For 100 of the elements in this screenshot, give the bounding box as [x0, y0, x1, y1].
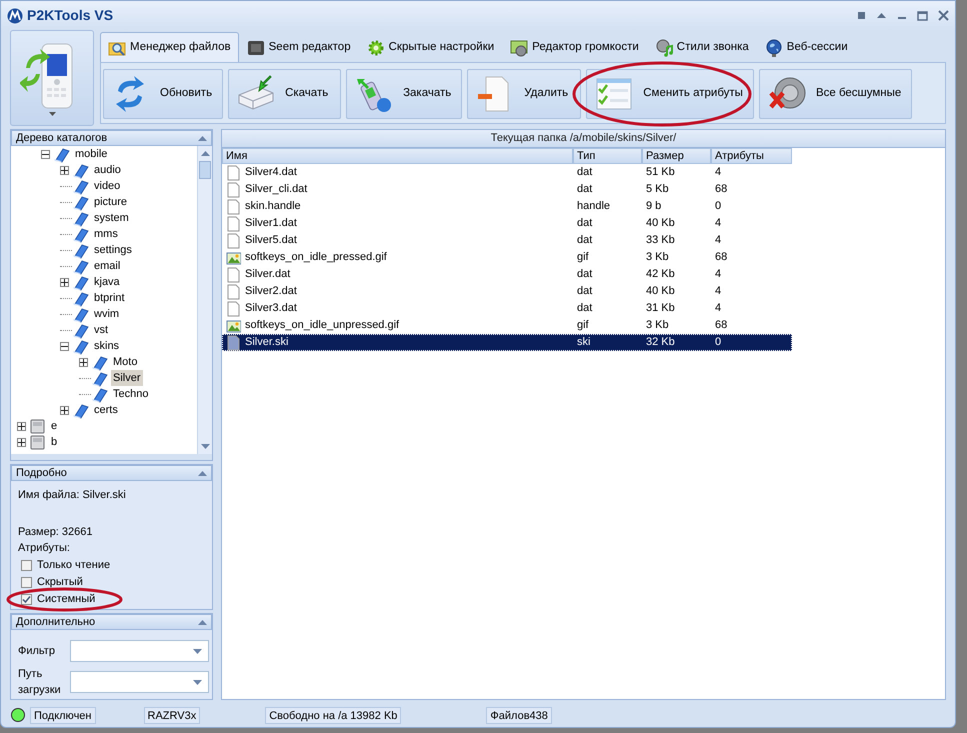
checkbox[interactable]: [21, 594, 32, 604]
tree-item[interactable]: mms: [92, 226, 120, 242]
table-row[interactable]: softkeys_on_idle_unpressed.gif gif 3 Kb 68: [222, 317, 792, 334]
toolbar-button[interactable]: Обновить: [103, 69, 224, 119]
tree-item[interactable]: settings: [92, 242, 134, 258]
table-cell-text: dat: [577, 284, 592, 300]
toolbar-button[interactable]: Закачать: [346, 69, 462, 119]
column-header[interactable]: Имя: [222, 148, 573, 164]
column-header[interactable]: Атрибуты: [711, 148, 792, 164]
expand-toggle[interactable]: [41, 150, 50, 158]
plus-icon: [61, 278, 68, 286]
table-cell-text: 9 b: [646, 199, 662, 214]
scroll-thumb[interactable]: [199, 161, 211, 179]
tree-item[interactable]: b: [49, 434, 60, 450]
close-icon[interactable]: [938, 10, 949, 21]
checkbox-label: Системный: [37, 592, 96, 607]
table-row[interactable]: Silver2.dat dat 40 Kb 4: [222, 283, 792, 300]
tree-item[interactable]: Techno: [111, 386, 150, 402]
dropdown-field[interactable]: [70, 640, 209, 662]
checkbox[interactable]: [21, 576, 32, 588]
table-cell-text: 4: [715, 216, 722, 232]
tab[interactable]: Seem редактор: [238, 32, 359, 62]
plus-icon: [18, 438, 25, 446]
tree-item[interactable]: picture: [92, 194, 130, 210]
table-cell-text: 33 Kb: [646, 233, 675, 248]
table-cell-text: Silver2.dat: [245, 284, 297, 300]
toolbar-button[interactable]: Скачать: [228, 69, 342, 119]
table-row[interactable]: Silver3.dat dat 31 Kb 4: [222, 300, 792, 317]
table-row[interactable]: skin.handle handle 9 b 0: [222, 198, 792, 215]
tree-item[interactable]: certs: [92, 402, 120, 418]
pin-icon[interactable]: [857, 11, 866, 20]
folder-icon: [72, 402, 89, 418]
tab[interactable]: Менеджер файлов: [100, 32, 239, 62]
column-header[interactable]: Размер: [642, 148, 711, 164]
checkbox[interactable]: [21, 560, 32, 570]
table-row[interactable]: Silver4.dat dat 51 Kb 4: [222, 164, 792, 181]
collapse-icon[interactable]: [876, 11, 887, 20]
plus-icon: [61, 166, 68, 174]
expand-toggle[interactable]: [60, 342, 69, 350]
table-cell-text: Silver3.dat: [245, 301, 297, 316]
dropdown-field[interactable]: [70, 671, 209, 694]
phone-menu-button[interactable]: [10, 30, 94, 126]
tree-item[interactable]: email: [92, 258, 122, 274]
table-row[interactable]: softkeys_on_idle_pressed.gif gif 3 Kb 68: [222, 249, 792, 266]
table-row[interactable]: Silver.ski ski 32 Kb 0: [222, 334, 792, 351]
tree-item[interactable]: btprint: [92, 290, 127, 306]
checkbox-label: Только чтение: [37, 558, 110, 573]
tree-item[interactable]: video: [92, 178, 122, 194]
tab[interactable]: Редактор громкости: [502, 32, 647, 62]
table-cell-text: 40 Kb: [646, 284, 675, 300]
table-cell-text: 51 Kb: [646, 165, 675, 180]
table-row[interactable]: Silver1.dat dat 40 Kb 4: [222, 215, 792, 232]
toolbar-button[interactable]: Все бесшумные: [758, 69, 912, 119]
column-header[interactable]: Тип: [573, 148, 642, 164]
expand-toggle[interactable]: [79, 358, 88, 366]
dropdown-arrow-icon[interactable]: [193, 648, 202, 654]
tab[interactable]: Скрытые настройки: [358, 32, 502, 62]
scrollbar[interactable]: [197, 146, 212, 454]
check-icon: [22, 594, 31, 604]
dropdown-caret-icon[interactable]: [48, 112, 56, 116]
toolbar-button[interactable]: Сменить атрибуты: [586, 69, 754, 119]
tree-item[interactable]: skins: [92, 338, 122, 354]
table-row[interactable]: Silver_cli.dat dat 5 Kb 68: [222, 181, 792, 198]
tree-item[interactable]: wvim: [92, 306, 122, 322]
tree-item[interactable]: audio: [92, 162, 123, 178]
collapse-arrow-icon[interactable]: [198, 470, 207, 476]
collapse-arrow-icon[interactable]: [198, 136, 207, 140]
tree-item[interactable]: e: [49, 418, 60, 434]
expand-toggle[interactable]: [60, 278, 69, 286]
expand-toggle[interactable]: [17, 438, 26, 446]
table-cell-text: dat: [577, 182, 592, 198]
attributes-label: Атрибуты:: [18, 541, 71, 556]
toolbar-button[interactable]: Удалить: [467, 69, 582, 119]
folder-icon: [72, 226, 89, 242]
drive-icon: [29, 434, 46, 450]
tree-item[interactable]: vst: [92, 322, 110, 338]
tree-item[interactable]: kjava: [92, 274, 122, 290]
dropdown-arrow-icon[interactable]: [193, 680, 202, 685]
table-row[interactable]: Silver.dat dat 42 Kb 4: [222, 266, 792, 283]
scroll-down-icon[interactable]: [200, 444, 210, 449]
table-row[interactable]: Silver5.dat dat 33 Kb 4: [222, 232, 792, 249]
table-cell-text: gif: [577, 318, 589, 334]
plus-icon: [18, 422, 25, 430]
table-cell-text: 68: [715, 318, 728, 334]
tab[interactable]: Стили звонка: [646, 32, 757, 62]
tree-item[interactable]: mobile: [73, 146, 110, 162]
table-cell-text: dat: [577, 301, 592, 316]
tab[interactable]: Веб-сессии: [756, 32, 856, 62]
gear-icon: [366, 38, 385, 56]
tree-item[interactable]: system: [92, 210, 131, 226]
scroll-up-icon[interactable]: [200, 151, 210, 156]
maximize-icon[interactable]: [917, 10, 928, 20]
status-field: Свободно на /a 13982 Kb: [265, 706, 402, 724]
expand-toggle[interactable]: [17, 422, 26, 430]
collapse-arrow-icon[interactable]: [198, 620, 207, 624]
expand-toggle[interactable]: [60, 166, 69, 174]
panel-title: Подробно: [16, 466, 67, 481]
expand-toggle[interactable]: [60, 406, 69, 414]
tree-item[interactable]: Silver: [111, 370, 143, 386]
tree-item[interactable]: Moto: [111, 354, 140, 370]
